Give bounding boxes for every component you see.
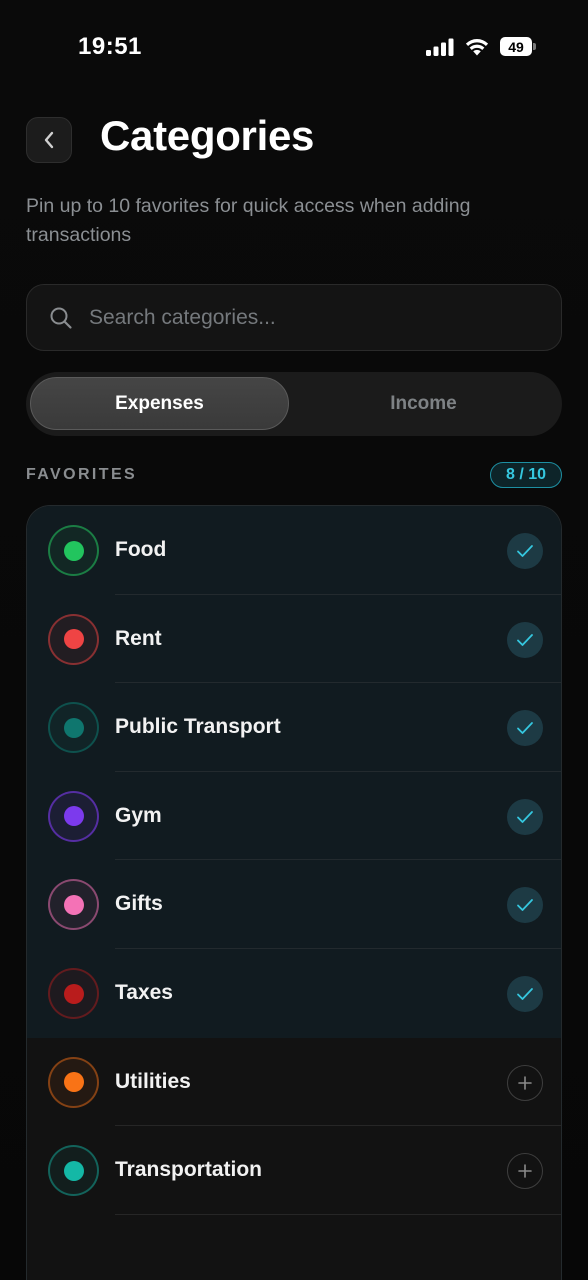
category-name: Gifts (115, 892, 163, 916)
list-item[interactable]: Gym (27, 771, 561, 861)
category-name: Rent (115, 626, 162, 650)
category-name: Transportation (115, 1158, 263, 1182)
add-favorite-button[interactable] (507, 1064, 543, 1101)
favorite-toggle[interactable] (507, 710, 543, 747)
category-color-dot (63, 629, 84, 650)
chevron-left-icon (44, 131, 54, 149)
plus-icon (518, 1075, 532, 1090)
page-subtitle: Pin up to 10 favorites for quick access … (26, 195, 471, 246)
checkmark-icon (517, 988, 533, 1000)
battery-tip (533, 43, 536, 50)
category-color-dot (63, 1072, 84, 1093)
favorite-toggle[interactable] (507, 533, 543, 569)
add-favorite-button[interactable] (507, 1153, 543, 1190)
search-input[interactable] (89, 285, 539, 350)
list-item[interactable]: Utilities (27, 1037, 561, 1127)
category-name: Food (115, 538, 167, 561)
category-color-ring (48, 1145, 99, 1197)
list-item[interactable]: Gifts (27, 860, 561, 949)
tab-expenses[interactable]: Expenses (30, 377, 289, 430)
list-item[interactable] (27, 1214, 561, 1280)
plus-icon (518, 1164, 532, 1178)
category-color-dot (63, 540, 84, 561)
list-item[interactable]: Food (27, 506, 561, 595)
status-icons: 49 (426, 37, 536, 56)
checkmark-icon (517, 545, 533, 557)
category-name: Gym (115, 803, 162, 827)
category-color-ring (48, 525, 99, 576)
favorite-toggle[interactable] (507, 887, 543, 924)
favorites-count-badge: 8 / 10 (490, 462, 562, 488)
category-color-ring (48, 613, 99, 665)
favorite-toggle[interactable] (507, 798, 543, 835)
category-color-ring (48, 968, 99, 1019)
category-color-ring (48, 879, 99, 931)
back-button[interactable] (26, 117, 72, 163)
category-color-dot (63, 717, 84, 738)
category-name: Taxes (115, 981, 173, 1004)
checkmark-icon (517, 899, 533, 912)
status-time: 19:51 (78, 33, 142, 60)
list-item[interactable]: Transportation (27, 1126, 561, 1215)
battery-icon: 49 (500, 37, 536, 56)
status-bar: 19:51 49 (0, 0, 588, 95)
checkmark-icon (517, 633, 533, 646)
category-color-dot (63, 806, 84, 827)
category-color-ring (48, 790, 99, 842)
list-item[interactable]: Rent (27, 594, 561, 684)
tab-income[interactable]: Income (294, 377, 553, 430)
favorite-toggle[interactable] (507, 976, 543, 1012)
category-name: Public Transport (115, 715, 281, 739)
favorite-toggle[interactable] (507, 621, 543, 658)
category-color-dot (63, 894, 84, 915)
checkmark-icon (517, 810, 533, 823)
category-color-ring (48, 1056, 99, 1108)
category-name: Utilities (115, 1069, 191, 1093)
search-icon (50, 307, 72, 329)
category-color-ring (48, 702, 99, 754)
battery-level: 49 (500, 37, 532, 56)
category-color-dot (63, 1160, 84, 1181)
page-title: Categories (100, 112, 315, 159)
category-list: Food Rent Public Transport Gym Gifts Tax… (26, 505, 562, 1280)
category-color-dot (63, 983, 84, 1004)
categories-screen: 19:51 49 Categories Pin up to 10 favorit… (0, 0, 588, 1280)
wifi-icon (465, 39, 489, 56)
favorites-section-label: FAVORITES (26, 466, 138, 483)
checkmark-icon (517, 722, 533, 735)
list-item[interactable]: Public Transport (27, 683, 561, 772)
signal-icon (426, 38, 454, 56)
type-segmented-control: Expenses Income (26, 372, 562, 436)
search-field[interactable] (26, 284, 562, 351)
list-item[interactable]: Taxes (27, 949, 561, 1038)
